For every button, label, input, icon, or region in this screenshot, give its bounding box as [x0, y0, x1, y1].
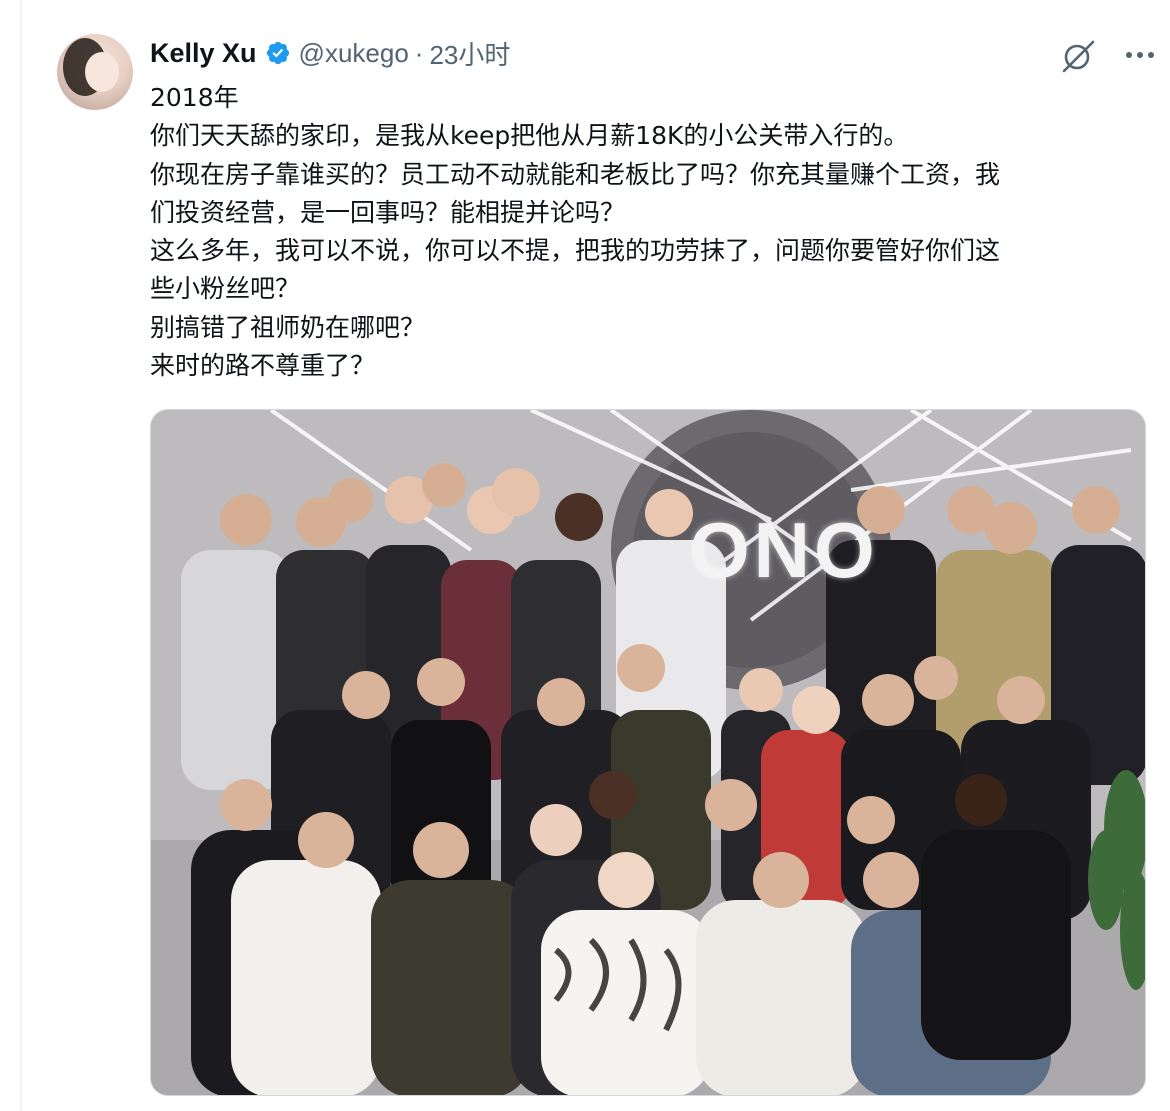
- tweet-text-line: 2018年: [150, 83, 239, 112]
- author-handle[interactable]: @xukego: [299, 38, 409, 69]
- separator-dot: ·: [414, 37, 424, 68]
- avatar-face: [85, 52, 119, 92]
- tweet-text-line: 来时的路不尊重了？: [150, 351, 376, 381]
- avatar[interactable]: [57, 34, 133, 110]
- tweet-text: 2018年 你们天天舔的家印，是我从keep把他从月薪18K的小公关带入行的。 …: [150, 79, 1150, 385]
- thread-divider: [20, 0, 22, 1111]
- tweet-text-line: 你们天天舔的家印，是我从keep把他从月薪18K的小公关带入行的。: [150, 121, 909, 151]
- group-photo: [151, 410, 1145, 1095]
- tweet-header: Kelly Xu @xukego · 23小时: [150, 36, 510, 70]
- attached-photo[interactable]: ONO: [150, 409, 1146, 1096]
- grok-icon[interactable]: [1058, 36, 1098, 76]
- post-time[interactable]: 23小时: [429, 35, 510, 72]
- tweet-text-line: 们投资经营，是一回事吗？能相提并论吗？: [150, 197, 626, 227]
- photo-wall-logo: ONO: [689, 506, 879, 594]
- author-name[interactable]: Kelly Xu: [150, 38, 257, 69]
- tweet-text-line: 别搞错了祖师奶在哪吧？: [150, 312, 426, 342]
- more-options-icon[interactable]: [1120, 38, 1160, 72]
- tweet-text-line: 些小粉丝吧？: [150, 274, 301, 304]
- verified-badge-icon: [266, 41, 289, 65]
- tweet[interactable]: Kelly Xu @xukego · 23小时 2018年 你们天天舔的家印，是…: [0, 0, 1170, 1111]
- tweet-text-line: 这么多年，我可以不说，你可以不提，把我的功劳抹了，问题你要管好你们这: [150, 236, 1001, 266]
- tweet-text-line: 你现在房子靠谁买的？员工动不动就能和老板比了吗？你充其量赚个工资，我: [150, 159, 1001, 189]
